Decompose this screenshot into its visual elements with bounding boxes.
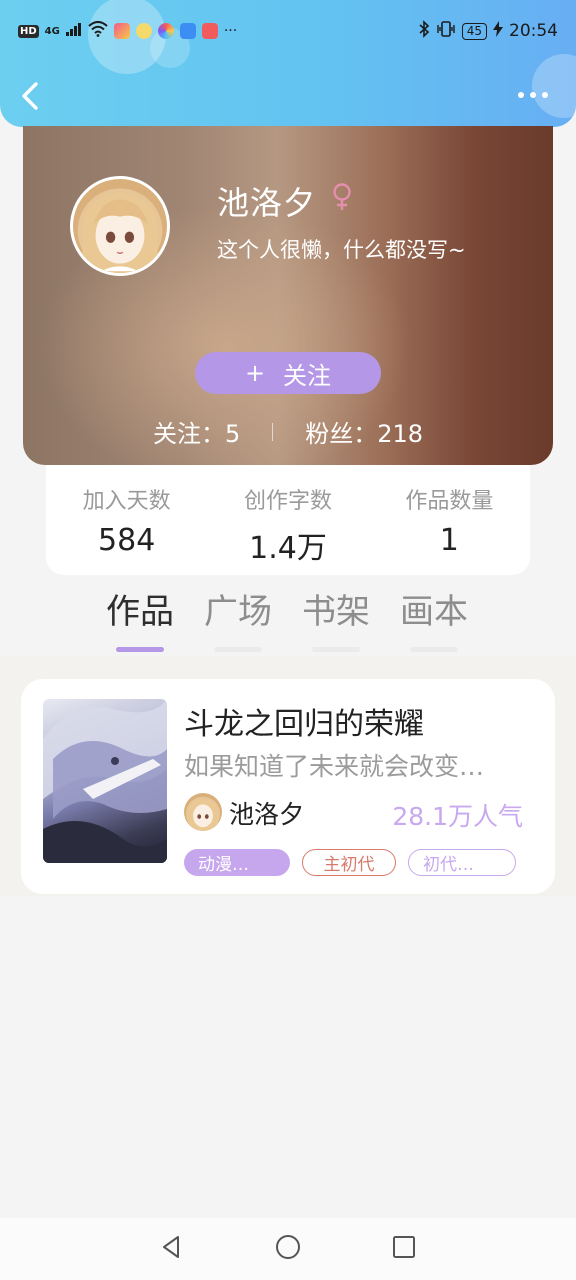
battery-indicator: 45 [461,22,487,40]
tab-indicator [410,647,458,652]
summary-works-count: 作品数量 1 [369,465,530,575]
summary-join-days: 加入天数 584 [46,465,207,575]
tab-label: 书架 [302,592,370,632]
system-nav-bar [0,1218,576,1280]
app-notification-icon [113,23,130,39]
following-value: 5 [224,420,241,448]
tag[interactable]: 主初代 [302,849,396,876]
profile-page: HD 4G ··· 45 20:54 池洛夕 这个人很懒，什么都没写~ + 关注… [0,0,576,1280]
follow-label: 关注 [283,361,332,390]
circle-home-icon[interactable] [274,1233,302,1265]
profile-bio: 这个人很懒，什么都没写~ [217,238,466,262]
more-dots-icon[interactable] [518,88,554,102]
square-recents-icon[interactable] [390,1233,418,1265]
clock: 20:54 [509,21,558,41]
profile-card: 池洛夕 这个人很懒，什么都没写~ + 关注 关注：5 粉丝：218 [23,126,553,465]
follow-stats: 关注：5 粉丝：218 [23,414,553,449]
vibrate-icon [436,20,456,42]
work-title: 斗龙之回归的荣耀 [184,707,424,742]
work-author: 池洛夕 [229,800,305,829]
following-label: 关注： [152,420,225,448]
content-tabs: 作品 广场 书架 画本 [103,584,471,654]
fans-label: 粉丝： [305,420,378,448]
work-description: 如果知道了未来就会改变… [184,752,485,781]
app-notification-icon [157,23,174,39]
work-card[interactable]: 斗龙之回归的荣耀 如果知道了未来就会改变… 池洛夕 28.1万人气 动漫… 主初… [21,679,555,894]
summary-label: 创作字数 [243,489,332,514]
signal-icon [65,22,82,40]
author-avatar [184,793,222,831]
fans-value: 218 [377,420,424,448]
nav-bar [0,68,576,124]
summary-word-count: 创作字数 1.4万 [207,465,368,575]
female-icon [329,182,355,212]
summary-value: 1.4万 [249,531,327,566]
summary-value: 1 [439,523,459,558]
app-notification-icon [179,23,196,39]
tab-bookshelf[interactable]: 书架 [299,584,373,654]
back-icon[interactable] [16,76,46,116]
tab-indicator [312,647,360,652]
following-count[interactable]: 关注：5 [153,414,240,449]
tab-indicator [214,647,262,652]
header-band: HD 4G ··· 45 20:54 [0,0,576,127]
network-type: 4G [44,25,60,37]
triangle-back-icon[interactable] [158,1233,186,1265]
tag[interactable]: 动漫… [184,849,290,876]
wifi-icon [88,21,108,41]
tab-indicator [116,647,164,652]
tab-label: 广场 [204,592,272,632]
app-notification-icon [135,23,152,39]
summary-card: 加入天数 584 创作字数 1.4万 作品数量 1 [46,465,530,575]
tab-square[interactable]: 广场 [201,584,275,654]
work-cover[interactable] [43,699,167,863]
work-popularity: 28.1万人气 [392,802,523,831]
tab-label: 作品 [106,592,174,632]
avatar[interactable] [70,176,170,276]
plus-icon: + [244,359,266,387]
divider [272,422,274,441]
tab-works[interactable]: 作品 [103,584,177,654]
summary-label: 作品数量 [405,489,494,514]
app-notification-icon [201,23,218,39]
overflow-indicator: ··· [223,23,238,39]
tab-picture-book[interactable]: 画本 [397,584,471,654]
status-bar: HD 4G ··· 45 20:54 [0,0,576,62]
tag[interactable]: 初代… [408,849,516,876]
fans-count[interactable]: 粉丝：218 [305,414,423,449]
follow-button[interactable]: + 关注 [195,352,381,394]
hd-badge: HD [18,24,39,38]
summary-value: 584 [98,523,156,558]
summary-label: 加入天数 [82,489,171,514]
work-tags: 动漫… 主初代 初代… [184,849,516,876]
bluetooth-icon [418,20,430,42]
charging-icon [493,21,503,41]
tab-label: 画本 [400,592,468,632]
profile-name: 池洛夕 [217,184,317,222]
